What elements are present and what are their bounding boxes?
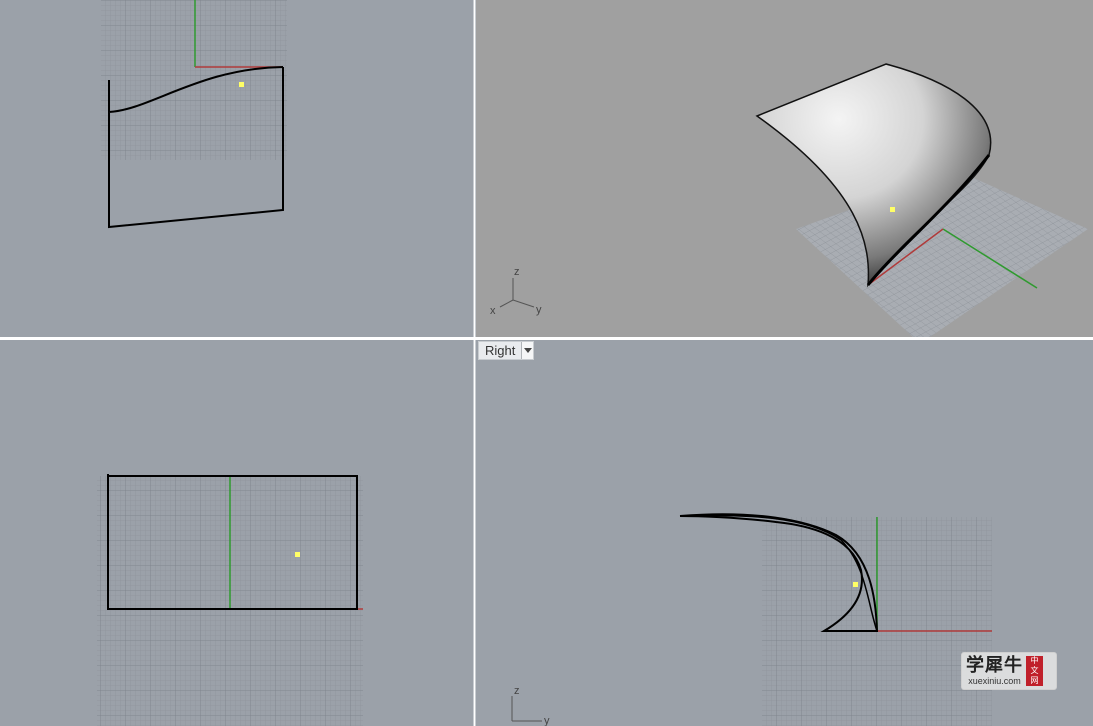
viewport-front[interactable] xyxy=(0,340,473,726)
z-axis-label: z xyxy=(514,266,520,278)
watermark-url: xuexiniu.com xyxy=(968,676,1021,686)
control-point[interactable] xyxy=(853,582,858,587)
viewport-top[interactable] xyxy=(0,0,473,337)
y-axis-label: y xyxy=(536,304,542,316)
viewport-splitter-horizontal[interactable] xyxy=(0,337,1093,340)
z-axis-label: z xyxy=(514,685,520,697)
watermark-text: 学犀牛 xyxy=(966,655,1023,676)
axis-widget: z x y xyxy=(490,266,542,317)
construction-grid xyxy=(101,0,287,160)
x-axis-label: x xyxy=(490,305,496,317)
chevron-down-icon[interactable] xyxy=(521,342,534,359)
control-point[interactable] xyxy=(295,552,300,557)
perspective-viewport-canvas: z x y xyxy=(490,63,1088,337)
axis-widget: z y xyxy=(511,685,550,726)
y-axis-label: y xyxy=(544,715,550,726)
watermark-logo: 学犀牛 xuexiniu.com 中 文 网 xyxy=(961,652,1057,690)
watermark-seal: 中 文 网 xyxy=(1026,656,1043,686)
viewport-title-label[interactable]: Right xyxy=(479,342,521,359)
top-viewport-canvas xyxy=(101,0,287,229)
front-viewport-canvas xyxy=(97,474,363,726)
viewport-splitter-vertical[interactable] xyxy=(473,0,476,726)
control-point[interactable] xyxy=(890,207,895,212)
viewport-perspective[interactable]: z x y xyxy=(476,0,1093,337)
control-point[interactable] xyxy=(239,82,244,87)
viewport-title-tab[interactable]: Right xyxy=(478,341,535,360)
